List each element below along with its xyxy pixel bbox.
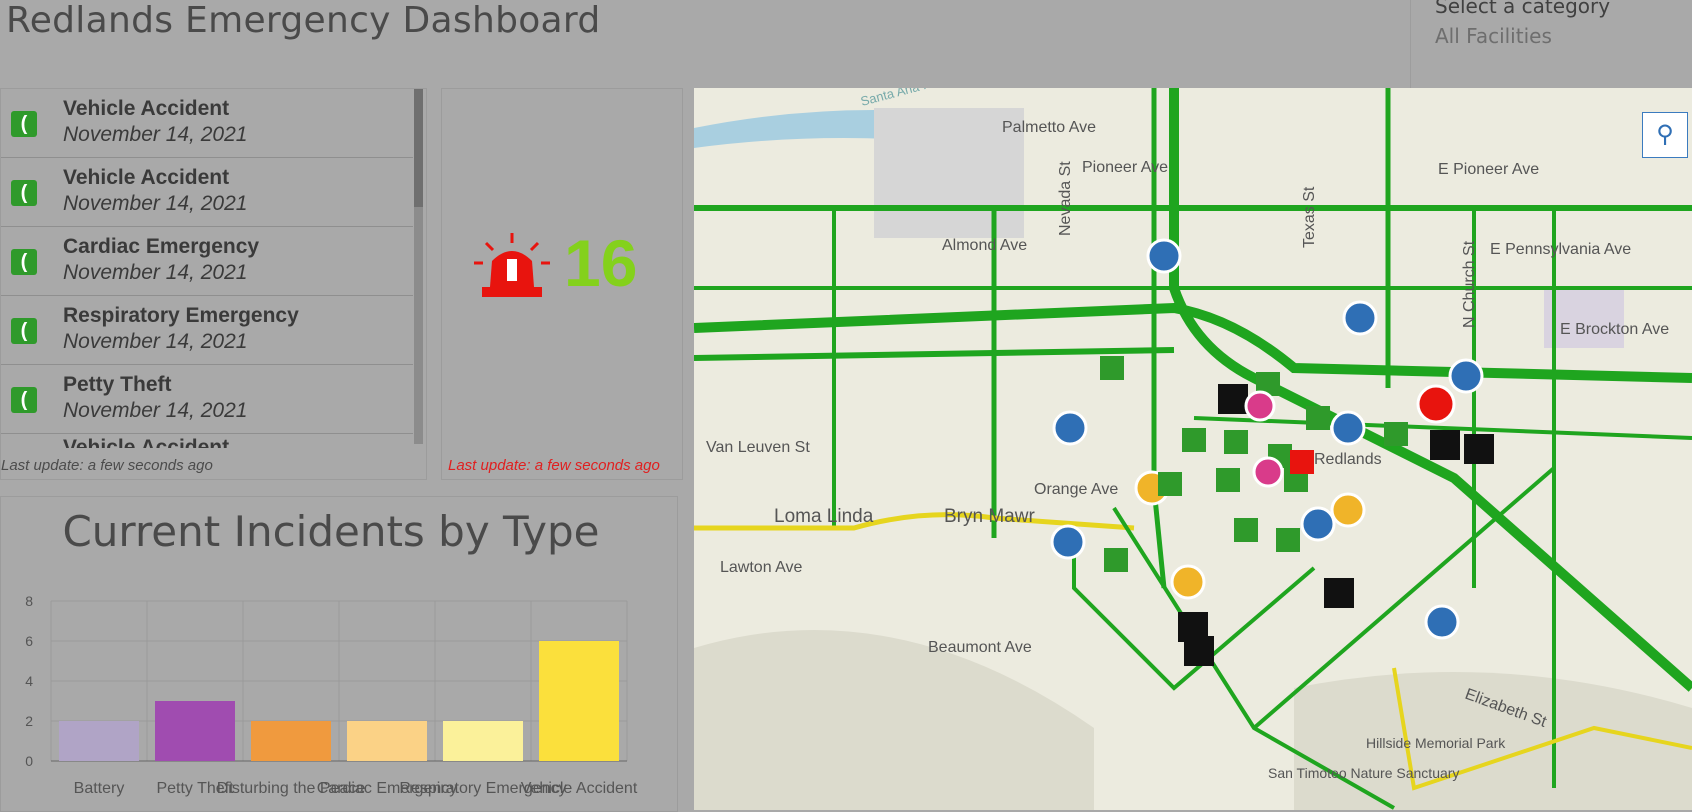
scrollbar-thumb[interactable]	[414, 89, 423, 207]
x-tick-label: Battery	[74, 780, 125, 797]
map-label-nevada: Nevada St	[1057, 161, 1074, 236]
dashboard-header-title: Redlands Emergency Dashboard	[6, 0, 601, 41]
bar	[155, 701, 235, 761]
bar	[347, 721, 427, 761]
map-label-san-timoteo: San Timoteo Nature Sanctuary	[1268, 765, 1459, 781]
chart-panel: Current Incidents by Type 0 2 4 6 8 Battery Pe…	[0, 496, 678, 812]
map-label-e-pennsylvania: E Pennsylvania Ave	[1490, 241, 1631, 258]
map-label-loma-linda: Loma Linda	[774, 506, 874, 527]
map-label-bryn-mawr: Bryn Mawr	[944, 506, 1035, 527]
map-label-orange: Orange Ave	[1034, 481, 1118, 498]
incident-date: November 14, 2021	[63, 123, 248, 146]
map-label-palmetto: Palmetto Ave	[1002, 119, 1096, 136]
y-tick-label: 2	[25, 713, 33, 729]
incident-type: Cardiac Emergency	[63, 235, 260, 258]
x-tick-label: Vehicle Accident	[521, 780, 638, 797]
list-item[interactable]: ( Vehicle Accident November 14, 2021	[1, 89, 413, 158]
bar	[59, 721, 139, 761]
search-button[interactable]: ⚲	[1642, 112, 1688, 158]
list-item[interactable]: Vehicle Accident	[1, 434, 413, 448]
map-canvas[interactable]: Palmetto Ave Pioneer Ave E Pioneer Ave A…	[694, 88, 1692, 810]
category-selector[interactable]: Select a category All Facilities	[1410, 0, 1692, 88]
incident-type: Vehicle Accident	[63, 97, 230, 120]
map-label-texas: Texas St	[1301, 186, 1318, 248]
map-label-redlands: Redlands	[1314, 451, 1382, 468]
map-label-van-leuven: Van Leuven St	[706, 439, 810, 456]
incident-type: Petty Theft	[63, 373, 172, 396]
phone-icon: (	[11, 387, 37, 413]
map-label-e-brockton: E Brockton Ave	[1560, 321, 1669, 338]
incidents-bar-chart: 02468Battery Petty TheftDisturbing the Pe…	[25, 593, 638, 797]
list-item[interactable]: ( Respiratory Emergency November 14, 202…	[1, 296, 413, 365]
siren-icon	[474, 233, 550, 297]
incident-counter-panel: 16 Last update: a few seconds ago	[441, 88, 683, 480]
bar	[251, 721, 331, 761]
incident-type: Respiratory Emergency	[63, 304, 299, 327]
map-label-e-pioneer: E Pioneer Ave	[1438, 161, 1539, 178]
map-label-almond: Almond Ave	[942, 237, 1027, 254]
map-label-hillside: Hillside Memorial Park	[1366, 735, 1506, 751]
map-label-lawton: Lawton Ave	[720, 559, 803, 576]
map-label-beaumont: Beaumont Ave	[928, 639, 1032, 656]
list-item[interactable]: ( Cardiac Emergency November 14, 2021	[1, 227, 413, 296]
y-tick-label: 4	[25, 673, 33, 689]
incident-count: 16	[564, 226, 638, 300]
phone-icon: (	[11, 111, 37, 137]
incident-date: November 14, 2021	[63, 330, 248, 353]
y-tick-label: 8	[25, 593, 33, 609]
bar	[539, 641, 619, 761]
map-label-pioneer: Pioneer Ave	[1082, 159, 1168, 176]
incident-type: Vehicle Accident	[63, 166, 230, 189]
map-view[interactable]: Palmetto Ave Pioneer Ave E Pioneer Ave A…	[694, 88, 1692, 810]
bar	[443, 721, 523, 761]
list-last-update: Last update: a few seconds ago	[1, 457, 213, 474]
y-tick-label: 0	[25, 753, 33, 769]
phone-icon: (	[11, 180, 37, 206]
incident-type: Vehicle Accident	[63, 436, 230, 448]
incident-date: November 14, 2021	[63, 192, 248, 215]
incident-list-panel: ( Vehicle Accident November 14, 2021 ( V…	[0, 88, 427, 480]
incident-date: November 14, 2021	[63, 261, 248, 284]
map-label-church: N Church St	[1461, 240, 1478, 328]
category-value[interactable]: All Facilities	[1435, 24, 1552, 48]
incident-date: November 14, 2021	[63, 399, 248, 422]
list-item[interactable]: ( Petty Theft November 14, 2021	[1, 365, 413, 434]
phone-icon: (	[11, 318, 37, 344]
counter-last-update: Last update: a few seconds ago	[448, 457, 660, 474]
search-icon: ⚲	[1656, 121, 1674, 148]
category-label: Select a category	[1435, 0, 1611, 18]
list-scrollbar[interactable]	[414, 89, 423, 444]
list-item[interactable]: ( Vehicle Accident November 14, 2021	[1, 158, 413, 227]
phone-icon: (	[11, 249, 37, 275]
y-tick-label: 6	[25, 633, 33, 649]
